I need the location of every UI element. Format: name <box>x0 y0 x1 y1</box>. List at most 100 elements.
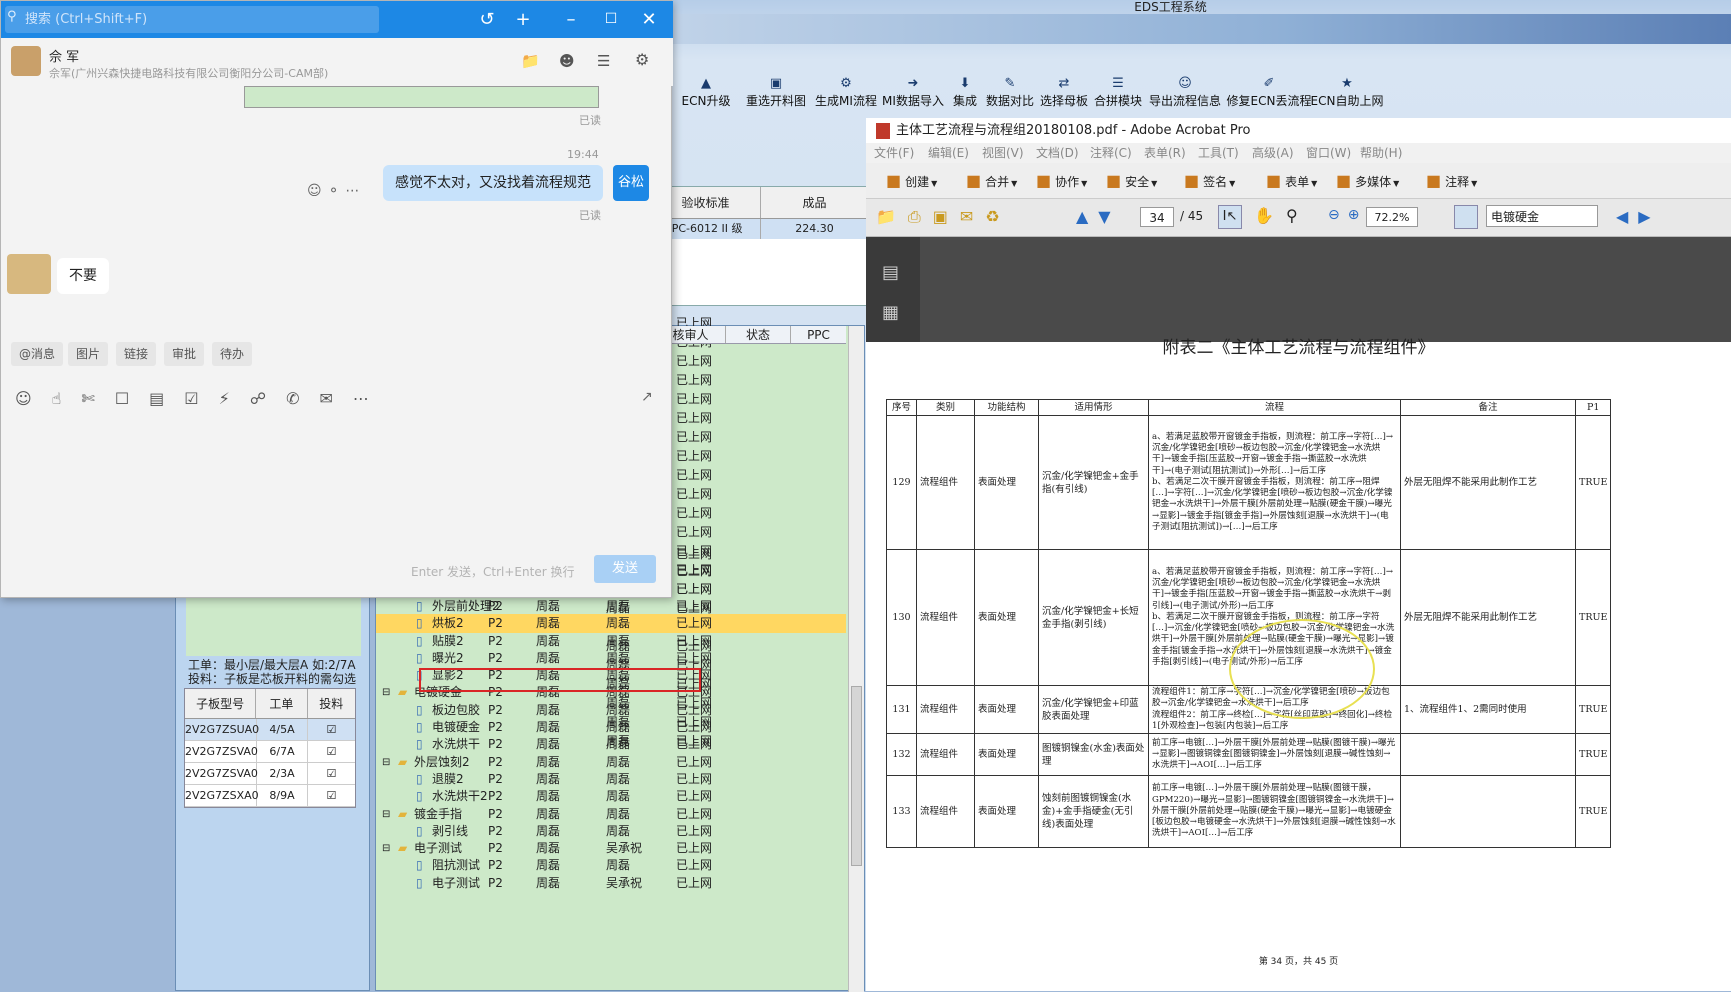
toolbar-button[interactable]: ▣ 重选开料图 <box>740 76 812 116</box>
toolbar-button[interactable]: ☰ 合拼模块 <box>1092 76 1144 116</box>
add-icon[interactable]: + <box>505 1 541 38</box>
col-header-order[interactable]: 工单 <box>256 689 308 718</box>
menu-item[interactable]: 文件(F) <box>874 143 914 163</box>
feed-checkbox[interactable]: ☑ <box>308 741 355 762</box>
toolbar-menu-button[interactable]: ■ 多媒体 ▼ <box>1336 171 1399 190</box>
folder-icon[interactable]: 📁 <box>521 52 540 70</box>
tree-node[interactable]: ▯ 水洗烘干2 P2 周磊 周磊 已上网 <box>376 787 846 806</box>
collapse-icon[interactable]: ⊟ <box>382 805 390 824</box>
toolbar-button[interactable]: ✐ 修复ECN丢流程 <box>1226 76 1312 116</box>
feed-checkbox[interactable]: ☑ <box>308 763 355 784</box>
toolbar-menu-button[interactable]: ■ 表单 ▼ <box>1266 171 1317 190</box>
menu-item[interactable]: 视图(V) <box>982 143 1024 163</box>
toolbar-button[interactable]: ⬇ 集成 <box>946 76 984 116</box>
table-row[interactable]: 2V2G7ZSVA0 6/7A ☑ <box>185 741 355 763</box>
toolbar-menu-button[interactable]: ■ 协作 ▼ <box>1036 171 1087 190</box>
tree-node[interactable]: ▯ 电子测试 P2 周磊 吴承祝 已上网 <box>376 874 846 893</box>
close-button[interactable]: ✕ <box>631 1 667 38</box>
toolbar-menu-button[interactable]: ■ 合并 ▼ <box>966 171 1017 190</box>
tree-node[interactable]: ▯ 剥引线 P2 周磊 周磊 已上网 <box>376 822 846 841</box>
my-message[interactable]: 感觉不太对，又没找着流程规范 <box>383 165 603 201</box>
avatar[interactable] <box>7 254 51 294</box>
tree-node[interactable]: ▯ 板边包胶 P2 周磊 周磊 已上网 <box>376 701 846 720</box>
history-icon[interactable]: ↺ <box>469 1 505 38</box>
zoom-tool-icon[interactable]: ⚲ <box>1286 206 1298 225</box>
message-actions[interactable]: ☺⚬⋯ <box>307 183 377 201</box>
tree-node[interactable]: ⊟ ▰ 外层蚀刻2 P2 周磊 周磊 已上网 <box>376 753 846 772</box>
page-number-input[interactable]: 34 <box>1140 207 1174 227</box>
contact-name[interactable]: 佘 军 <box>49 46 79 65</box>
quick-action-chip[interactable]: 审批 <box>164 342 205 366</box>
file-tools[interactable]: 📁⎙▣✉♻ <box>876 207 1012 227</box>
tree-node[interactable]: ⊟ ▰ 电子测试 P2 周磊 吴承祝 已上网 <box>376 839 846 858</box>
tree-node[interactable]: ▯ 外层前处理2 P2 周磊 周磊 已上网 <box>376 597 846 616</box>
tree-node[interactable]: ⊟ ▰ 镀金手指 P2 周磊 周磊 已上网 <box>376 805 846 824</box>
toolbar-button[interactable]: ★ ECN自助上网 <box>1311 76 1384 116</box>
toolbar-button[interactable]: ▲ ECN升级 <box>672 76 740 116</box>
tree-node[interactable]: ▯ 贴膜2 P2 周磊 周磊 已上网 <box>376 632 846 651</box>
toolbar-menu-button[interactable]: ■ 注释 ▼ <box>1426 171 1477 190</box>
collapse-icon[interactable]: ⊟ <box>382 753 390 772</box>
scrollbar-thumb[interactable] <box>851 686 862 866</box>
tree-node[interactable]: ▯ 烘板2 P2 周磊 周磊 已上网 <box>376 614 846 634</box>
tree-node[interactable]: ▯ 水洗烘干 P2 周磊 周磊 已上网 <box>376 735 846 754</box>
input-toolbar[interactable]: ☺☝✄☐▤☑⚡☍✆✉⋯ <box>15 389 435 408</box>
quick-action-chip[interactable]: @消息 <box>11 342 64 366</box>
toolbar-menu-button[interactable]: ■ 安全 ▼ <box>1106 171 1157 190</box>
table-row[interactable]: 2V2G7ZSVA0 2/3A ☑ <box>185 763 355 785</box>
col-header-feed[interactable]: 投料 <box>308 689 355 718</box>
menu-item[interactable]: 工具(T) <box>1198 143 1239 163</box>
tree-node[interactable]: ▯ 电镀硬金 P2 周磊 周磊 已上网 <box>376 718 846 737</box>
message-input[interactable]: Enter 发送，Ctrl+Enter 换行 <box>411 563 574 580</box>
menu-item[interactable]: 窗口(W) <box>1306 143 1351 163</box>
image-preview[interactable] <box>244 86 599 108</box>
toolbar-button[interactable]: ✎ 数据对比 <box>984 76 1036 116</box>
fit-page-icon[interactable] <box>1454 205 1478 229</box>
menu-item[interactable]: 文档(D) <box>1036 143 1079 163</box>
tree-node[interactable]: ▯ 曝光2 P2 周磊 周磊 已上网 <box>376 649 846 668</box>
toolbar-menu-button[interactable]: ■ 签名 ▼ <box>1184 171 1235 190</box>
gear-icon[interactable]: ⚙ <box>635 50 649 69</box>
their-message[interactable]: 不要 <box>57 258 109 294</box>
menu-item[interactable]: 高级(A) <box>1252 143 1294 163</box>
quick-action-chip[interactable]: 待办 <box>212 342 253 366</box>
find-nav-icons[interactable]: ◀▶ <box>1616 207 1661 226</box>
table-row[interactable]: 2V2G7ZSUA0 4/5A ☑ <box>185 719 355 741</box>
tree-node[interactable]: ▯ 阻抗测试 P2 周磊 周磊 已上网 <box>376 856 846 875</box>
col-header-model[interactable]: 子板型号 <box>185 689 257 718</box>
collapse-icon[interactable]: ⊟ <box>382 683 390 702</box>
select-tool-icon[interactable]: I↖ <box>1218 205 1242 229</box>
menu-item[interactable]: 注释(C) <box>1090 143 1132 163</box>
find-input[interactable]: 电镀硬金 <box>1486 205 1598 227</box>
menu-item[interactable]: 编辑(E) <box>928 143 969 163</box>
send-button[interactable]: 发送 <box>594 555 656 583</box>
toolbar-menu-button[interactable]: ■ 创建 ▼ <box>886 171 937 190</box>
toolbar-button[interactable]: ⚙ 生成MI流程 <box>812 76 880 116</box>
search-input[interactable]: 搜索 (Ctrl+Shift+F) <box>5 6 379 33</box>
expand-icon[interactable]: ↗ <box>641 389 653 405</box>
menu-item[interactable]: 帮助(H) <box>1360 143 1402 163</box>
page-nav-arrows[interactable]: ▲▼ <box>1076 207 1121 226</box>
avatar[interactable] <box>11 46 41 76</box>
toolbar-button[interactable]: ☺ 导出流程信息 <box>1144 76 1226 116</box>
toolbar-button[interactable]: ➜ MI数据导入 <box>880 76 946 116</box>
avatar[interactable]: 谷松 <box>613 165 649 201</box>
quick-action-chip[interactable]: 链接 <box>116 342 157 366</box>
feed-checkbox[interactable]: ☑ <box>308 785 355 806</box>
collapse-icon[interactable]: ⊟ <box>382 839 390 858</box>
quick-action-chip[interactable]: 图片 <box>68 342 109 366</box>
menu-item[interactable]: 表单(R) <box>1144 143 1186 163</box>
grid-header-finished[interactable]: 成品 <box>761 187 869 218</box>
hand-tool-icon[interactable]: ✋ <box>1254 206 1274 225</box>
minimize-button[interactable]: – <box>553 1 589 38</box>
table-row[interactable]: 2V2G7ZSXA0 8/9A ☑ <box>185 785 355 807</box>
maximize-button[interactable]: ☐ <box>593 1 629 38</box>
tree-node[interactable]: ▯ 退膜2 P2 周磊 周磊 已上网 <box>376 770 846 789</box>
feed-checkbox[interactable]: ☑ <box>308 719 355 740</box>
toolbar-button[interactable]: ⇄ 选择母板 <box>1036 76 1092 116</box>
zoom-buttons[interactable]: ⊖⊕ <box>1328 207 1367 223</box>
tree-scrollbar[interactable] <box>848 326 864 992</box>
search-history-icon[interactable]: ☰ <box>597 52 610 70</box>
add-member-icon[interactable]: ☻ <box>559 52 575 70</box>
zoom-input[interactable]: 72.2% <box>1366 207 1418 227</box>
